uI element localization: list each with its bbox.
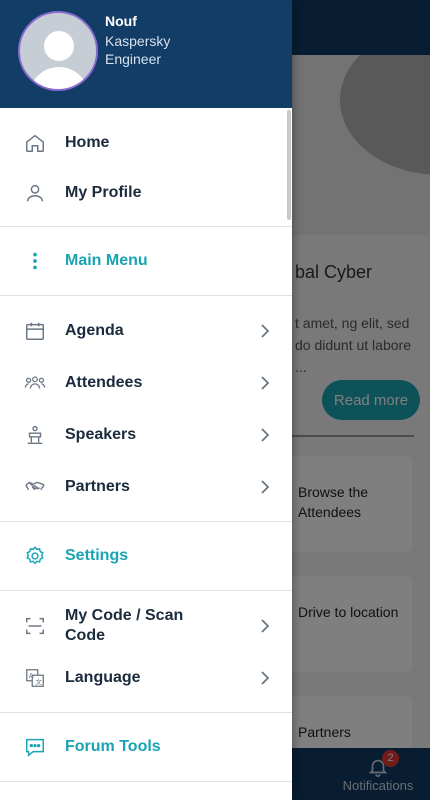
- menu-item-speakers[interactable]: Speakers: [0, 412, 292, 458]
- menu-label-home: Home: [65, 134, 110, 151]
- menu-item-forum-tools[interactable]: Forum Tools: [0, 724, 292, 770]
- menu-label-attendees: Attendees: [65, 374, 143, 391]
- separator: [0, 781, 292, 782]
- menu-item-main-menu[interactable]: Main Menu: [0, 238, 292, 284]
- menu-item-partners[interactable]: Partners: [0, 464, 292, 510]
- menu-label-forum-tools: Forum Tools: [65, 738, 161, 755]
- chevron-right-icon: [258, 428, 272, 442]
- chevron-right-icon: [258, 376, 272, 390]
- dots-vertical-icon: [24, 250, 46, 272]
- user-name: Nouf: [105, 13, 137, 29]
- separator: [0, 590, 292, 591]
- home-icon: [24, 132, 46, 154]
- menu-label-language: Language: [65, 669, 141, 686]
- menu-label-partners: Partners: [65, 478, 130, 495]
- chevron-right-icon: [258, 619, 272, 633]
- menu-item-my-code[interactable]: My Code / Scan Code: [0, 602, 292, 650]
- drawer-header: Nouf Kaspersky Engineer: [0, 0, 292, 108]
- menu-label-my-profile: My Profile: [65, 184, 142, 201]
- people-icon: [24, 372, 46, 394]
- svg-text:A: A: [29, 671, 34, 680]
- menu-item-settings[interactable]: Settings: [0, 533, 292, 579]
- avatar[interactable]: [18, 11, 98, 91]
- menu-label-settings: Settings: [65, 547, 129, 564]
- chevron-right-icon: [258, 324, 272, 338]
- user-company: Kaspersky: [105, 33, 171, 49]
- calendar-icon: [24, 320, 46, 342]
- menu-item-home[interactable]: Home: [0, 120, 292, 166]
- menu-item-attendees[interactable]: Attendees: [0, 360, 292, 406]
- separator: [0, 226, 292, 227]
- menu-label-my-code: My Code / Scan Code: [65, 607, 184, 644]
- chat-icon: [24, 736, 46, 758]
- menu-item-my-profile[interactable]: My Profile: [0, 170, 292, 216]
- translate-icon: A文: [24, 667, 46, 689]
- menu-item-agenda[interactable]: Agenda: [0, 308, 292, 354]
- navigation-drawer: Nouf Kaspersky Engineer Home My Profile …: [0, 0, 292, 800]
- podium-icon: [24, 424, 46, 446]
- separator: [0, 295, 292, 296]
- separator: [0, 712, 292, 713]
- menu-label-speakers: Speakers: [65, 426, 137, 443]
- menu-item-language[interactable]: A文 Language: [0, 655, 292, 701]
- menu-label-main-menu: Main Menu: [65, 252, 148, 269]
- avatar-head: [44, 31, 74, 61]
- chevron-right-icon: [258, 671, 272, 685]
- handshake-icon: [24, 476, 46, 498]
- user-icon: [24, 182, 46, 204]
- user-role: Engineer: [105, 51, 162, 67]
- menu-label-agenda: Agenda: [65, 322, 124, 339]
- gear-icon: [24, 545, 46, 567]
- avatar-body: [29, 67, 89, 89]
- scan-icon: [24, 615, 46, 637]
- svg-text:文: 文: [35, 677, 42, 686]
- chevron-right-icon: [258, 480, 272, 494]
- separator: [0, 521, 292, 522]
